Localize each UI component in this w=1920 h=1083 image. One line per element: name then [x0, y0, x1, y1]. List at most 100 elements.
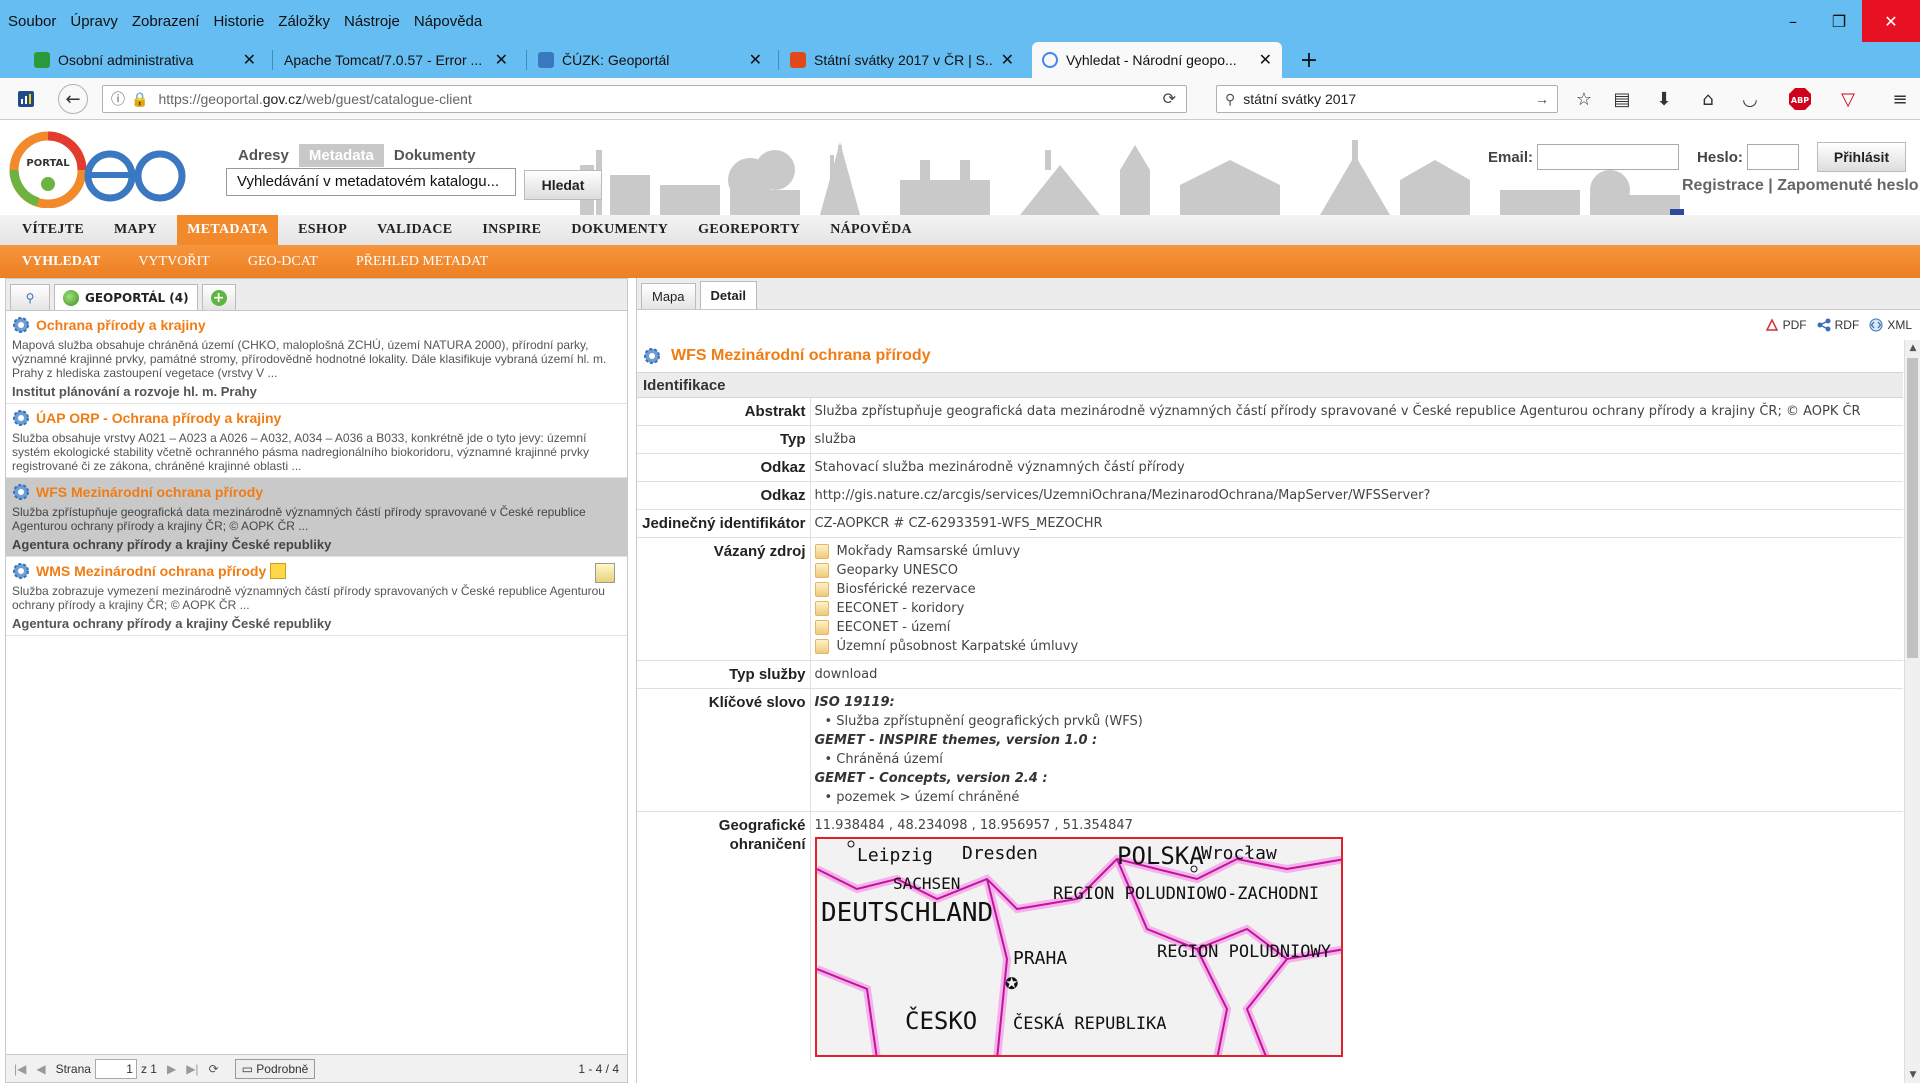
download-icon[interactable]: ⬇ — [1652, 87, 1676, 111]
sub-nav-vyhledat[interactable]: VYHLEDAT — [12, 245, 110, 278]
url-bar[interactable]: ⓘ 🔒 https://geoportal. gov.cz /web/guest… — [102, 85, 1187, 113]
url-prefix: https://geoportal. — [158, 91, 263, 107]
sub-nav-prehled-metadat[interactable]: PŘEHLED METADAT — [346, 245, 498, 278]
show-in-map-icon[interactable] — [595, 563, 615, 583]
login-button[interactable]: Přihlásit — [1816, 142, 1907, 172]
tab-close-icon[interactable]: ✕ — [1001, 50, 1014, 70]
bound-resource-item[interactable]: EECONET - koridory — [814, 599, 1900, 618]
browser-tab-1[interactable]: Osobní administrativa ✕ — [24, 42, 266, 78]
row-value-link[interactable]: Stahovací služba mezinárodně významných … — [810, 453, 1903, 482]
browser-search-box[interactable]: ⚲ státní svátky 2017 → — [1216, 85, 1558, 113]
main-nav-georeporty[interactable]: GEOREPORTY — [688, 215, 810, 245]
email-field[interactable] — [1537, 144, 1680, 170]
row-key: Vázaný zdroj — [637, 537, 811, 661]
browser-tab-4[interactable]: Státní svátky 2017 v ČR | S... ✕ — [780, 42, 1024, 78]
sub-nav-geo-dcat[interactable]: GEO-DCAT — [238, 245, 328, 278]
info-icon[interactable]: ⓘ — [111, 89, 125, 109]
plus-icon: + — [210, 289, 227, 306]
forgot-password-link[interactable]: Zapomenuté heslo — [1777, 177, 1918, 194]
bound-resource-item[interactable]: Geoparky UNESCO — [814, 561, 1900, 580]
bound-resource-item[interactable]: EECONET - území — [814, 618, 1900, 637]
menu-upravy[interactable]: Úpravy — [70, 13, 118, 30]
menu-zobrazeni[interactable]: Zobrazení — [132, 13, 200, 30]
export-pdf-link[interactable]: PDF — [1765, 318, 1807, 332]
search-button[interactable]: Hledat — [524, 170, 602, 200]
restore-icon[interactable]: ❐ — [1816, 0, 1862, 42]
tab-mapa[interactable]: Mapa — [641, 283, 696, 309]
bound-resource-item[interactable]: Mokřady Ramsarské úmluvy — [814, 542, 1900, 561]
hamburger-menu-icon[interactable]: ≡ — [1888, 87, 1912, 111]
search-tab[interactable]: ⚲ — [10, 284, 50, 310]
page-number-input[interactable]: 1 — [94, 1058, 137, 1079]
prev-page-icon[interactable]: ◀ — [36, 1062, 45, 1076]
tab-close-icon[interactable]: ✕ — [749, 50, 762, 70]
result-title[interactable]: WMS Mezinárodní ochrana přírody — [36, 563, 266, 579]
result-item[interactable]: WMS Mezinárodní ochrana přírody Služba z… — [6, 557, 627, 636]
export-rdf-link[interactable]: RDF — [1817, 318, 1859, 332]
geoportal-results-tab[interactable]: GEOPORTÁL (4) — [54, 284, 198, 310]
header-nav-adresy[interactable]: Adresy — [228, 144, 299, 167]
bound-resource-item[interactable]: Územní působnost Karpatské úmluvy — [814, 637, 1900, 656]
minimize-icon[interactable]: – — [1770, 0, 1816, 42]
main-nav-napoveda[interactable]: NÁPOVĚDA — [820, 215, 922, 245]
main-nav-metadata[interactable]: METADATA — [177, 215, 279, 245]
result-title[interactable]: ÚAP ORP - Ochrana přírody a krajiny — [36, 410, 281, 426]
menu-napoveda[interactable]: Nápověda — [414, 13, 482, 30]
new-tab-icon[interactable]: + — [1294, 42, 1324, 78]
menu-zalozky[interactable]: Záložky — [278, 13, 330, 30]
bookmark-star-icon[interactable]: ☆ — [1572, 87, 1596, 111]
sidebar-icon[interactable] — [14, 87, 38, 111]
detail-toggle-button[interactable]: ▭ Podrobně — [234, 1058, 316, 1079]
result-item[interactable]: Ochrana přírody a krajiny Mapová služba … — [6, 311, 627, 404]
browser-tab-2[interactable]: Apache Tomcat/7.0.57 - Error ... ✕ — [274, 42, 518, 78]
main-nav-mapy[interactable]: MAPY — [104, 215, 167, 245]
main-nav-inspire[interactable]: INSPIRE — [472, 215, 551, 245]
adblock-icon[interactable]: ABP — [1782, 87, 1818, 111]
main-nav-eshop[interactable]: ESHOP — [288, 215, 357, 245]
main-nav-validace[interactable]: VALIDACE — [367, 215, 462, 245]
reload-icon[interactable]: ⟳ — [1163, 89, 1176, 109]
login-form: Email: Heslo: Přihlásit — [1488, 142, 1907, 172]
main-nav-vitejte[interactable]: VÍTEJTE — [12, 215, 94, 245]
back-arrow-icon[interactable]: ← — [58, 84, 88, 114]
result-title[interactable]: Ochrana přírody a krajiny — [36, 317, 206, 333]
add-catalogue-tab[interactable]: + — [201, 284, 236, 310]
next-page-icon[interactable]: ▶ — [167, 1062, 176, 1076]
catalogue-search-input[interactable]: Vyhledávání v metadatovém katalogu... — [226, 168, 516, 196]
tab-detail[interactable]: Detail — [699, 281, 757, 309]
scroll-down-icon[interactable]: ▼ — [1905, 1067, 1920, 1083]
menu-nastroje[interactable]: Nástroje — [344, 13, 400, 30]
pocket-icon[interactable]: ◡ — [1738, 87, 1762, 111]
bound-resource-item[interactable]: Biosférické rezervace — [814, 580, 1900, 599]
result-item-selected[interactable]: WFS Mezinárodní ochrana přírody Služba z… — [6, 478, 627, 557]
home-icon[interactable]: ⌂ — [1696, 87, 1720, 111]
menu-soubor[interactable]: Soubor — [8, 13, 56, 30]
tab-close-icon[interactable]: ✕ — [1259, 50, 1272, 70]
password-field[interactable] — [1746, 144, 1799, 170]
last-page-icon[interactable]: ▶| — [186, 1062, 198, 1076]
result-title[interactable]: WFS Mezinárodní ochrana přírody — [36, 484, 263, 500]
header-nav-metadata[interactable]: Metadata — [298, 144, 384, 167]
main-nav-dokumenty[interactable]: DOKUMENTY — [561, 215, 678, 245]
shield-icon[interactable]: ▽ — [1836, 87, 1860, 111]
scroll-up-icon[interactable]: ▲ — [1905, 340, 1920, 356]
browser-tab-5-active[interactable]: Vyhledat - Národní geopo... ✕ — [1032, 42, 1282, 78]
go-arrow-icon[interactable]: → — [1535, 91, 1549, 107]
register-link[interactable]: Registrace — [1682, 177, 1764, 194]
extent-map[interactable]: Leipzig Dresden POLSKA Wrocław SACHSEN R… — [814, 837, 1343, 1057]
sub-nav-vytvorit[interactable]: VYTVOŘIT — [128, 245, 220, 278]
detail-scrollbar[interactable]: ▲ ▼ — [1904, 340, 1920, 1083]
window-close-icon[interactable]: ✕ — [1862, 0, 1920, 42]
row-value-link[interactable]: http://gis.nature.cz/arcgis/services/Uze… — [810, 481, 1903, 510]
refresh-icon[interactable]: ⟳ — [209, 1062, 219, 1076]
export-xml-link[interactable]: XML — [1869, 318, 1912, 332]
tab-close-icon[interactable]: ✕ — [495, 50, 508, 70]
header-nav-dokumenty[interactable]: Dokumenty — [384, 144, 486, 167]
first-page-icon[interactable]: |◀ — [14, 1062, 26, 1076]
scrollbar-thumb[interactable] — [1907, 358, 1918, 658]
browser-tab-3[interactable]: ČÚZK: Geoportál ✕ — [528, 42, 772, 78]
menu-historie[interactable]: Historie — [213, 13, 264, 30]
result-item[interactable]: ÚAP ORP - Ochrana přírody a krajiny Služ… — [6, 404, 627, 478]
reader-list-icon[interactable]: ▤ — [1610, 87, 1634, 111]
tab-close-icon[interactable]: ✕ — [243, 50, 256, 70]
